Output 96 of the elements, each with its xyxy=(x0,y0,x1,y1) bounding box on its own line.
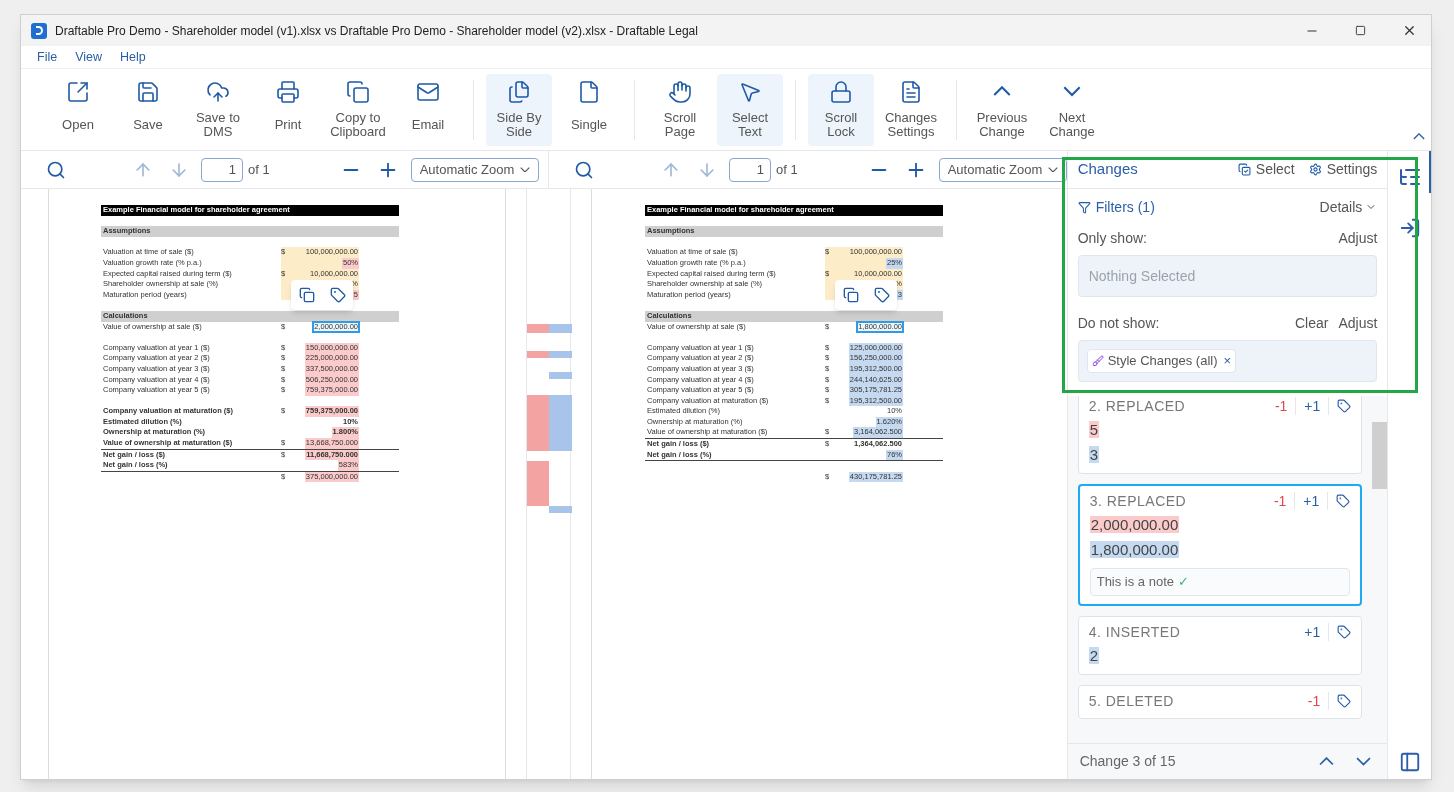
deletion-count: -1 xyxy=(1307,692,1330,710)
search-icon[interactable] xyxy=(46,159,66,180)
tag-icon[interactable] xyxy=(1336,494,1351,508)
clear-link[interactable]: Clear xyxy=(1294,313,1329,334)
next-change-icon[interactable] xyxy=(1356,757,1372,766)
app-logo-icon xyxy=(31,22,47,39)
toolbar-button[interactable]: Save xyxy=(115,73,181,146)
deletion-count: -1 xyxy=(1273,492,1296,510)
insertion-count: +1 xyxy=(1296,397,1330,415)
page-number-field[interactable]: 1 xyxy=(201,157,243,182)
note-field[interactable]: This is a note ✓ xyxy=(1089,568,1351,596)
panel-toggle-icon[interactable] xyxy=(1398,751,1421,773)
zoom-select[interactable]: Automatic Zoom xyxy=(938,157,1067,182)
only-show-label: Only show: xyxy=(1077,229,1147,248)
brush-icon xyxy=(1091,355,1104,367)
window-title: Draftable Pro Demo - Shareholder model (v1).xlsx vs Draftable Pro Demo - Shareholder model (v2).xlsx - Draftable Legal xyxy=(55,22,699,40)
change-title: 4. INSERTED xyxy=(1088,623,1182,641)
change-title: 3. REPLACED xyxy=(1089,492,1188,510)
chevron-up-icon[interactable] xyxy=(993,86,1011,97)
toolbar-button[interactable]: Print xyxy=(255,73,321,146)
filter-chip: Style Changes (all) × xyxy=(1086,349,1237,373)
toolbar-button[interactable]: Changes Settings xyxy=(878,73,944,146)
export-icon[interactable] xyxy=(1398,217,1421,239)
maximize-icon[interactable] xyxy=(1355,25,1366,36)
open-icon xyxy=(66,79,90,104)
change-card[interactable]: 3. REPLACED -1 +1 2,000,000.00 1,800,000.00 This is a note ✓ xyxy=(1077,484,1363,606)
details-button[interactable]: Details xyxy=(1319,196,1378,218)
insertion-count: +1 xyxy=(1295,492,1329,510)
menu-item[interactable]: View xyxy=(75,47,103,67)
change-title: 5. DELETED xyxy=(1088,692,1175,710)
tag-icon[interactable] xyxy=(1337,694,1352,708)
printer-icon xyxy=(276,79,300,104)
page-number-field[interactable]: 1 xyxy=(729,157,771,182)
document-icon xyxy=(899,79,923,104)
tag-icon[interactable] xyxy=(1337,399,1352,413)
deletion-count: -1 xyxy=(1274,397,1297,415)
filters-toggle[interactable]: Filters (1) xyxy=(1077,196,1155,218)
menu-item[interactable]: File xyxy=(37,47,58,67)
select-button[interactable]: Select xyxy=(1237,159,1295,180)
save-icon xyxy=(136,79,160,104)
page-count: of 1 xyxy=(776,160,798,179)
copy-icon xyxy=(346,79,370,104)
insertion-count: +1 xyxy=(1296,623,1330,641)
chevron-down-icon[interactable] xyxy=(1063,86,1081,97)
do-not-show-label: Do not show: xyxy=(1077,314,1161,333)
change-counter: Change 3 of 15 xyxy=(1079,752,1177,771)
toolbar-button[interactable]: Scroll Page xyxy=(647,73,713,146)
toolbar-button[interactable]: Save to DMS xyxy=(185,73,251,146)
adjust-link[interactable]: Adjust xyxy=(1338,313,1378,334)
deleted-text: 2,000,000.00 xyxy=(1089,516,1180,533)
change-card[interactable]: 4. INSERTED +1 2 xyxy=(1077,616,1363,675)
change-card[interactable]: 2. REPLACED -1 +1 5 3 xyxy=(1077,396,1363,474)
toolbar-button[interactable]: Side By Side xyxy=(486,73,552,146)
tag-icon[interactable] xyxy=(329,287,346,303)
settings-button[interactable]: Settings xyxy=(1308,159,1378,180)
page-count: of 1 xyxy=(248,160,270,179)
do-not-show-field[interactable]: Style Changes (all) × xyxy=(1077,340,1378,382)
hand-icon xyxy=(668,79,692,104)
filter-icon xyxy=(1077,200,1091,214)
toolbar-button[interactable]: Scroll Lock xyxy=(808,73,874,146)
copy-icon[interactable] xyxy=(842,287,859,303)
scrollbar-thumb[interactable] xyxy=(1372,422,1388,489)
remove-chip-button[interactable]: × xyxy=(1223,351,1232,371)
inserted-text: 2 xyxy=(1088,647,1100,664)
previous-change-icon[interactable] xyxy=(1319,757,1335,766)
menu-item[interactable]: Help xyxy=(120,47,146,67)
toolbar-button[interactable]: Email xyxy=(395,73,461,146)
check-mark: ✓ xyxy=(1178,573,1189,592)
inserted-text: 1,800,000.00 xyxy=(1089,541,1180,558)
close-icon[interactable] xyxy=(1402,23,1417,38)
adjust-link[interactable]: Adjust xyxy=(1338,228,1378,249)
lock-icon xyxy=(829,79,853,104)
tag-icon[interactable] xyxy=(1337,625,1352,639)
tag-icon[interactable] xyxy=(873,287,890,303)
chevron-down-icon[interactable] xyxy=(519,166,530,173)
toolbar-button[interactable]: Select Text xyxy=(717,73,783,146)
select-icon xyxy=(1237,163,1251,176)
toolbar-button[interactable]: Next Change xyxy=(1039,73,1105,146)
file-icon xyxy=(577,79,601,104)
toolbar-button[interactable]: Copy to Clipboard xyxy=(325,73,391,146)
deleted-text: 5 xyxy=(1088,421,1100,438)
search-icon[interactable] xyxy=(574,159,594,180)
chevron-down-icon[interactable] xyxy=(1047,166,1058,173)
change-title: 2. REPLACED xyxy=(1088,397,1187,415)
cloud-upload-icon xyxy=(206,79,230,104)
files-icon xyxy=(507,79,531,104)
toolbar-button[interactable]: Previous Change xyxy=(969,73,1035,146)
panel-title: Changes xyxy=(1077,159,1139,180)
change-card[interactable]: 5. DELETED -1 xyxy=(1077,685,1363,719)
toolbar-button[interactable]: Single xyxy=(556,73,622,146)
collapse-ribbon-icon[interactable] xyxy=(1413,133,1425,140)
toolbar-button[interactable]: Open xyxy=(45,73,111,146)
zoom-select[interactable]: Automatic Zoom xyxy=(410,157,539,182)
copy-icon[interactable] xyxy=(298,287,315,303)
settings-icon xyxy=(1308,163,1322,176)
inserted-text: 3 xyxy=(1088,446,1100,463)
